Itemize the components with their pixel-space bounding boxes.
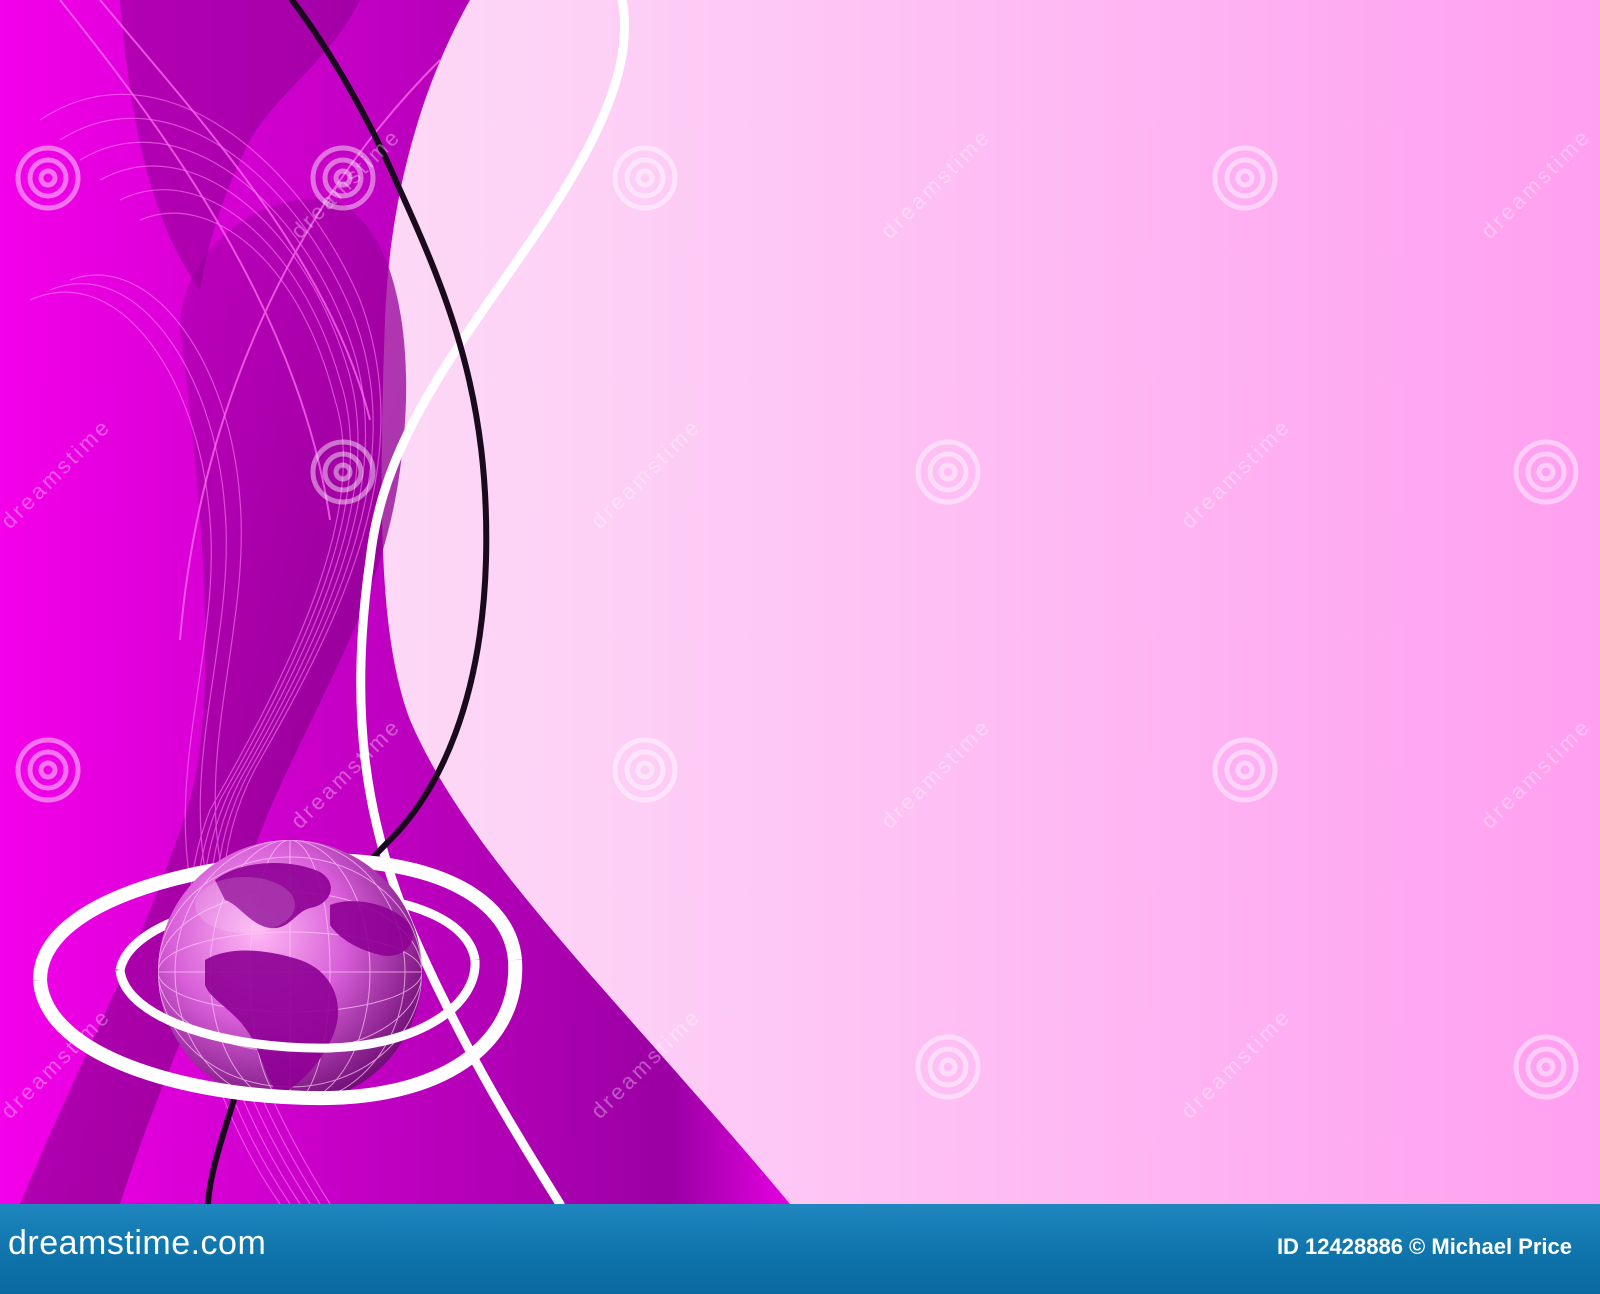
abstract-globe-illustration: dreamstime dreamstime dreamstime dreamst… [0,0,1600,1204]
stock-footer-bar: dreamstime.com ID 12428886 © Michael Pri… [0,1204,1600,1294]
globe [158,840,422,1104]
dreamstime-logo[interactable]: dreamstime.com [8,1226,266,1260]
image-credit: ID 12428886 © Michael Price [1276,1234,1572,1259]
stock-image: dreamstime dreamstime dreamstime dreamst… [0,0,1600,1294]
